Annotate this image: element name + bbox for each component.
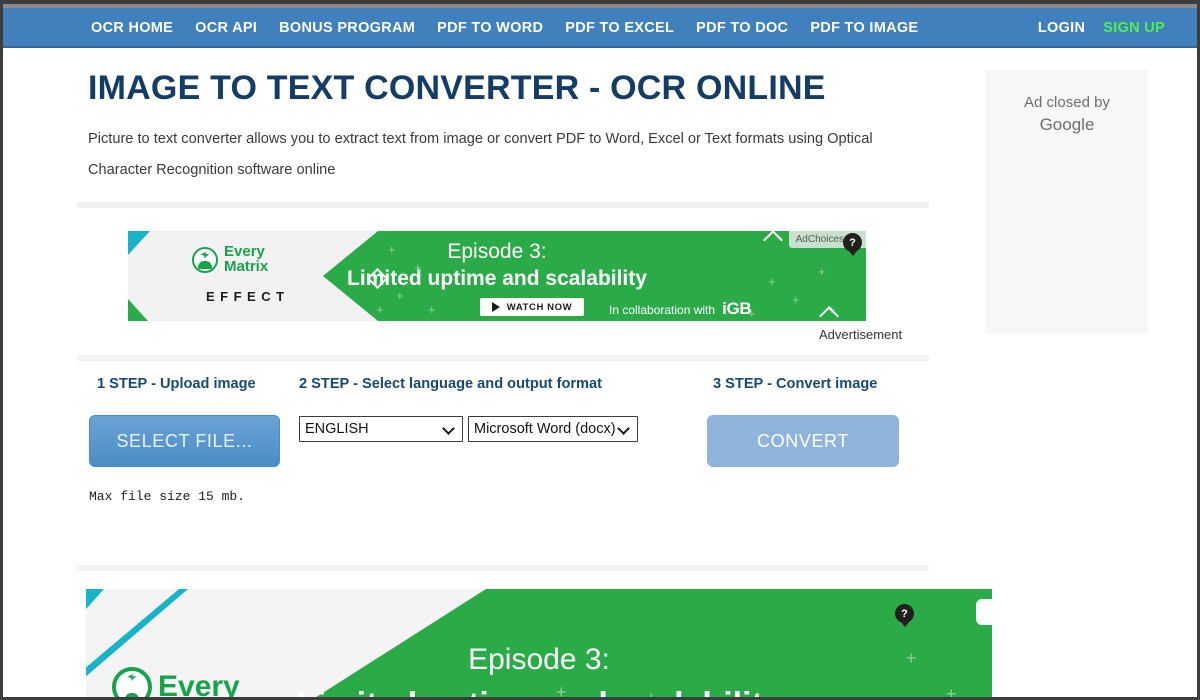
ad-corner-shape [976, 599, 992, 625]
adchoices-label: AdChoices [795, 234, 844, 245]
nav-item-ocr-home[interactable]: OCR HOME [91, 20, 173, 36]
everymatrix-mark-icon [112, 667, 152, 697]
ad-collab-text: In collaboration with [609, 303, 716, 317]
main-navigation-bar: OCR HOME OCR API BONUS PROGRAM PDF TO WO… [3, 8, 1197, 48]
step-2-heading: 2 STEP - Select language and output form… [299, 376, 602, 392]
nav-item-pdf-to-excel[interactable]: PDF TO EXCEL [565, 20, 674, 36]
output-format-select[interactable]: Microsoft Word (docx) [468, 416, 638, 442]
step-3-heading: 3 STEP - Convert image [713, 376, 878, 392]
adchoices-badge-tail [848, 251, 857, 256]
advertisement-label: Advertisement [819, 327, 903, 342]
signup-link[interactable]: SIGN UP [1103, 20, 1165, 36]
ad-tagline: EFFECT [206, 289, 290, 304]
convert-button[interactable]: CONVERT [707, 415, 899, 467]
brand-line-2: Matrix [224, 257, 269, 275]
adchoices-info-icon[interactable]: ? [843, 233, 862, 256]
language-select[interactable]: ENGLISH [299, 416, 463, 442]
login-link[interactable]: LOGIN [1038, 20, 1085, 36]
nav-item-pdf-to-doc[interactable]: PDF TO DOC [696, 20, 788, 36]
top-gray-strip [3, 4, 1197, 8]
max-file-size-note: Max file size 15 mb. [89, 489, 246, 504]
ad-headline: Limited uptime and scalability [347, 267, 647, 290]
ad-closed-message: Ad closed by Google [986, 92, 1148, 136]
everymatrix-mark-icon [192, 246, 218, 273]
everymatrix-logo-bottom: Every [112, 667, 240, 700]
step-1-heading: 1 STEP - Upload image [97, 376, 256, 392]
nav-item-ocr-api[interactable]: OCR API [195, 20, 257, 36]
adchoices-badge-glyph: ? [849, 236, 856, 249]
brand-line-1-bottom: Every [158, 670, 240, 700]
section-divider-bottom [77, 565, 929, 571]
ad-closed-line-2: Google [1039, 115, 1095, 134]
page-description: Picture to text converter allows you to … [88, 131, 873, 178]
main-content: IMAGE TO TEXT CONVERTER - OCR ONLINE Pic… [3, 50, 1197, 700]
section-divider-middle [77, 355, 929, 361]
ad-closed-line-1: Ad closed by [1024, 94, 1110, 111]
ad-episode-label-bottom: Episode 3: [468, 643, 610, 676]
ad-collaboration-note: In collaboration with iGB [609, 299, 752, 319]
nav-primary-links: OCR HOME OCR API BONUS PROGRAM PDF TO WO… [91, 8, 918, 48]
ad-chevron-top-icon [763, 231, 783, 250]
ad-episode-label: Episode 3: [447, 240, 547, 263]
ad-watch-now-button[interactable]: WATCH NOW [480, 298, 584, 316]
nav-item-pdf-to-image[interactable]: PDF TO IMAGE [810, 20, 918, 36]
igb-logo: iGB [722, 299, 752, 318]
select-file-button[interactable]: SELECT FILE... [89, 415, 280, 467]
nav-item-pdf-to-word[interactable]: PDF TO WORD [437, 20, 543, 36]
adchoices-info-icon-bottom[interactable]: ? [895, 604, 914, 627]
browser-page: OCR HOME OCR API BONUS PROGRAM PDF TO WO… [0, 0, 1200, 700]
nav-item-bonus-program[interactable]: BONUS PROGRAM [279, 20, 415, 36]
play-icon [491, 302, 500, 312]
everymatrix-logo: Every Matrix [192, 244, 269, 275]
nav-account-links: LOGIN SIGN UP [1038, 8, 1165, 48]
sidebar-ad-placeholder: Ad closed by Google [986, 70, 1148, 334]
everymatrix-wordmark: Every Matrix [224, 244, 269, 275]
everymatrix-wordmark-bottom: Every [158, 670, 240, 700]
adchoices-badge-glyph-bottom: ? [901, 607, 908, 620]
adchoices-badge-tail-bottom [900, 622, 909, 627]
ad-banner-canvas: Every Matrix EFFECT + + + + + + + + + + [128, 231, 866, 321]
top-advertisement-banner[interactable]: Every Matrix EFFECT + + + + + + + + + + [128, 231, 866, 321]
page-title: IMAGE TO TEXT CONVERTER - OCR ONLINE [88, 69, 826, 107]
ad-banner-canvas-bottom: + + + + Every Episode 3: Limited uptime … [86, 589, 992, 700]
ad-headline-bottom: Limited uptime and scalability [296, 686, 782, 697]
bottom-advertisement-banner[interactable]: + + + + Every Episode 3: Limited uptime … [86, 589, 992, 700]
section-divider-top [77, 202, 929, 208]
ad-watch-now-label: WATCH NOW [506, 301, 573, 313]
ad-chevron-bottom-icon [819, 306, 839, 321]
